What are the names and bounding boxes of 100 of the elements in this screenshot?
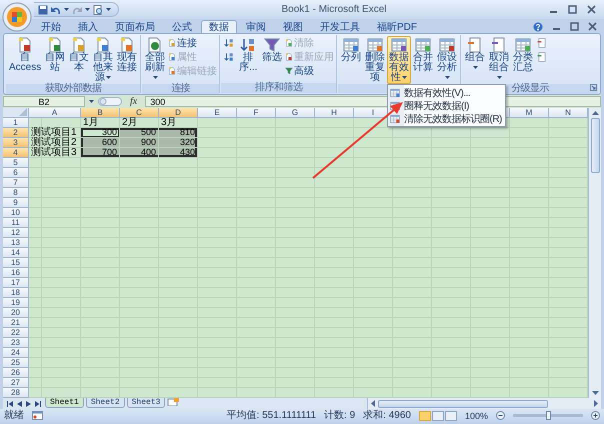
ribbon-tab[interactable]: 公式	[164, 20, 200, 33]
ribbon-button[interactable]: 分类汇总	[511, 36, 536, 74]
column-header[interactable]: B	[81, 108, 120, 118]
ribbon-button[interactable]: 全部刷新	[143, 36, 168, 84]
ribbon-button[interactable]: 现有连接	[115, 36, 140, 74]
ribbon-tab[interactable]: 视图	[275, 20, 311, 33]
right-arrow-icon[interactable]	[594, 400, 598, 407]
right-arrow-icon[interactable]	[26, 400, 31, 406]
row-header[interactable]: 7	[3, 178, 29, 188]
record-macro-icon[interactable]	[32, 411, 43, 420]
row-header[interactable]: 3	[3, 138, 29, 148]
row-header[interactable]: 22	[3, 328, 29, 338]
slider-thumb[interactable]	[546, 411, 551, 420]
undo-icon[interactable]	[51, 4, 61, 14]
row-header[interactable]: 28	[3, 388, 29, 398]
row-header[interactable]: 6	[3, 168, 29, 178]
ribbon-button[interactable]: 删除重复项	[363, 36, 388, 84]
ribbon-button[interactable]: 自其他来源	[91, 36, 116, 84]
column-header[interactable]: C	[120, 108, 159, 118]
row-header[interactable]: 1	[3, 118, 29, 128]
table-cell: 400	[120, 148, 159, 158]
ribbon-button[interactable]: 组合	[463, 36, 488, 74]
row-header[interactable]: 21	[3, 318, 29, 328]
column-header[interactable]: N	[549, 108, 588, 118]
down-arrow-icon[interactable]	[592, 391, 598, 395]
ribbon-button[interactable]: 取消组合	[487, 36, 512, 84]
ribbon-button[interactable]: 排序...	[236, 36, 260, 74]
sheet-tab[interactable]: Sheet2	[86, 398, 125, 408]
save-icon[interactable]	[38, 4, 48, 14]
ribbon-button[interactable]: 自文本	[67, 36, 92, 74]
insert-sheet-icon[interactable]	[167, 398, 180, 406]
handle-icon[interactable]	[98, 97, 122, 106]
row-header[interactable]: 10	[3, 208, 29, 218]
scroll-thumb[interactable]	[378, 400, 548, 408]
row-header[interactable]: 25	[3, 358, 29, 368]
last-sheet-icon[interactable]	[35, 400, 41, 406]
row-header[interactable]: 18	[3, 288, 29, 298]
row-header[interactable]: 5	[3, 158, 29, 168]
dialog-launcher-icon[interactable]	[590, 84, 597, 91]
funnel-icon	[264, 37, 280, 53]
zoom-slider[interactable]	[513, 414, 583, 417]
zoom-in-icon[interactable]	[591, 411, 600, 420]
left-arrow-icon[interactable]	[17, 400, 22, 406]
row-header[interactable]: 27	[3, 378, 29, 388]
column-header[interactable]: E	[198, 108, 237, 118]
print-preview-icon[interactable]	[93, 4, 103, 14]
first-sheet-icon[interactable]	[7, 400, 13, 406]
row-header[interactable]: 13	[3, 238, 29, 248]
ribbon-button[interactable]: 连接	[167, 37, 218, 49]
ribbon-button[interactable]: 高级	[284, 65, 336, 77]
column-header[interactable]: A	[29, 108, 81, 118]
ribbon-button[interactable]: 合并计算	[411, 36, 436, 74]
ribbon-tab[interactable]: 审阅	[238, 20, 274, 33]
left-arrow-icon[interactable]	[371, 400, 375, 407]
vertical-scrollbar[interactable]	[588, 108, 601, 398]
row-header[interactable]: 14	[3, 248, 29, 258]
ribbon-button[interactable]: 筛选	[260, 36, 284, 64]
name-box[interactable]: B2	[3, 96, 85, 107]
sheet-tab[interactable]: Sheet3	[126, 398, 166, 408]
table-cell: 700	[81, 148, 120, 158]
close-icon[interactable]	[588, 22, 597, 31]
horizontal-scrollbar[interactable]	[367, 398, 601, 409]
zoom-out-icon[interactable]	[496, 411, 505, 420]
row-header[interactable]: 19	[3, 298, 29, 308]
close-icon[interactable]	[587, 5, 596, 14]
row-header[interactable]: 23	[3, 338, 29, 348]
row-header[interactable]: 9	[3, 198, 29, 208]
column-header[interactable]: G	[276, 108, 315, 118]
zoom-level[interactable]: 100%	[464, 410, 488, 420]
ribbon-tab[interactable]: 开始	[33, 20, 69, 33]
column-header[interactable]: F	[237, 108, 276, 118]
ribbon-button[interactable]: 假设分析	[435, 36, 460, 84]
ribbon-tab[interactable]: 页面布局	[107, 20, 163, 33]
row-header[interactable]: 17	[3, 278, 29, 288]
row-header[interactable]: 8	[3, 188, 29, 198]
column-header[interactable]: H	[315, 108, 354, 118]
ribbon-button[interactable]: 数据有效性	[387, 36, 412, 84]
row-header[interactable]: 11	[3, 218, 29, 228]
ribbon-tab[interactable]: 开发工具	[312, 20, 368, 33]
row-header[interactable]: 15	[3, 258, 29, 268]
sheet-tab[interactable]: Sheet1	[45, 398, 84, 408]
row-header[interactable]: 16	[3, 268, 29, 278]
row-header[interactable]: 20	[3, 308, 29, 318]
column-header[interactable]: M	[510, 108, 549, 118]
ribbon-button[interactable]: 自网站	[43, 36, 68, 74]
ribbon-tab[interactable]: 数据	[201, 20, 237, 33]
ribbon-button[interactable]: 分列	[339, 36, 364, 64]
ribbon-button[interactable]: 自 Access	[7, 36, 44, 74]
ribbon-tab[interactable]: 插入	[70, 20, 106, 33]
column-header[interactable]: D	[159, 108, 198, 118]
scroll-thumb[interactable]	[590, 118, 600, 173]
row-header[interactable]: 2	[3, 128, 29, 138]
up-arrow-icon[interactable]	[592, 111, 598, 115]
insert-function-button[interactable]: fx	[126, 96, 142, 106]
row-header[interactable]: 26	[3, 368, 29, 378]
row-header[interactable]: 4	[3, 148, 29, 158]
row-header[interactable]: 24	[3, 348, 29, 358]
ribbon-tab[interactable]: 福昕PDF	[369, 20, 425, 33]
help-icon[interactable]	[533, 22, 543, 32]
row-header[interactable]: 12	[3, 228, 29, 238]
